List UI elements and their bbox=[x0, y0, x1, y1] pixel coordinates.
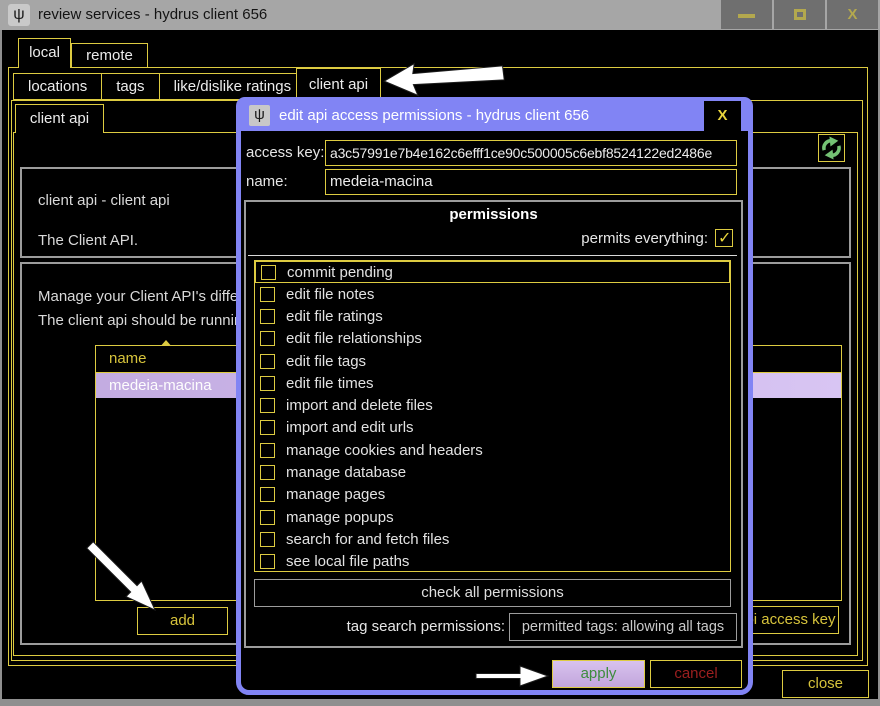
permission-label: manage cookies and headers bbox=[286, 442, 483, 459]
window-edge-bottom bbox=[0, 699, 880, 706]
permission-label: import and edit urls bbox=[286, 419, 414, 436]
permission-label: edit file notes bbox=[286, 286, 374, 303]
checkbox-icon[interactable] bbox=[261, 265, 276, 280]
annotation-arrow-add-button bbox=[78, 533, 190, 645]
checkbox-icon[interactable] bbox=[260, 420, 275, 435]
window-controls: X bbox=[721, 0, 878, 29]
dialog-titlebar[interactable]: ψ edit api access permissions - hydrus c… bbox=[241, 101, 748, 131]
checkbox-icon[interactable] bbox=[260, 354, 275, 369]
apply-button[interactable]: apply bbox=[552, 660, 645, 688]
permits-everything-label: permits everything: bbox=[581, 230, 708, 247]
permission-item[interactable]: edit file ratings bbox=[255, 306, 730, 328]
permission-item[interactable]: import and edit urls bbox=[255, 417, 730, 439]
hydrus-app-icon: ψ bbox=[8, 4, 30, 26]
cancel-button[interactable]: cancel bbox=[650, 660, 742, 688]
service-type-tabbar: locations tags like/dislike ratings bbox=[13, 73, 306, 100]
separator bbox=[248, 255, 737, 256]
manage-info-text-1: Manage your Client API's differ bbox=[38, 288, 243, 305]
name-input[interactable]: medeia-macina bbox=[325, 169, 737, 195]
checkbox-icon[interactable] bbox=[260, 487, 275, 502]
check-all-permissions-button[interactable]: check all permissions bbox=[254, 579, 731, 607]
checkbox-icon[interactable] bbox=[260, 465, 275, 480]
maximize-button[interactable] bbox=[774, 0, 825, 29]
tab-client-api-service[interactable]: client api bbox=[15, 104, 104, 133]
edit-api-permissions-dialog: ψ edit api access permissions - hydrus c… bbox=[236, 97, 753, 695]
permission-label: import and delete files bbox=[286, 397, 433, 414]
tab-locations[interactable]: locations bbox=[14, 74, 102, 99]
manage-info-text-2: The client api should be runnin bbox=[38, 312, 242, 329]
tab-like-dislike-ratings[interactable]: like/dislike ratings bbox=[160, 74, 306, 99]
checkbox-icon[interactable] bbox=[260, 554, 275, 569]
refresh-icon bbox=[819, 135, 844, 161]
tab-remote[interactable]: remote bbox=[71, 43, 148, 68]
permission-item[interactable]: commit pending bbox=[255, 261, 730, 283]
permission-label: manage popups bbox=[286, 509, 394, 526]
permission-label: manage pages bbox=[286, 486, 385, 503]
permission-item[interactable]: see local file paths bbox=[255, 550, 730, 572]
access-key-input[interactable]: a3c57991e7b4e162c6efff1ce90c500005c6ebf8… bbox=[325, 140, 737, 166]
permission-label: search for and fetch files bbox=[286, 531, 449, 548]
name-label: name: bbox=[246, 169, 288, 195]
permission-label: edit file tags bbox=[286, 353, 366, 370]
hydrus-dialog-icon: ψ bbox=[249, 105, 270, 126]
window-edge-left bbox=[0, 30, 2, 699]
dialog-close-button[interactable]: X bbox=[704, 101, 741, 131]
service-name-text: client api - client api bbox=[38, 192, 170, 209]
permission-item[interactable]: import and delete files bbox=[255, 395, 730, 417]
permission-item[interactable]: search for and fetch files bbox=[255, 528, 730, 550]
permission-item[interactable]: edit file notes bbox=[255, 283, 730, 305]
minimize-button[interactable] bbox=[721, 0, 772, 29]
checkbox-icon[interactable] bbox=[260, 287, 275, 302]
dialog-title: edit api access permissions - hydrus cli… bbox=[279, 101, 589, 131]
maximize-icon bbox=[794, 9, 806, 20]
checkbox-icon[interactable] bbox=[260, 376, 275, 391]
checkbox-icon[interactable] bbox=[260, 398, 275, 413]
checkmark-icon: ✓ bbox=[718, 228, 731, 248]
review-services-window: ψ review services - hydrus client 656 X … bbox=[0, 0, 880, 706]
permissions-title: permissions bbox=[246, 206, 741, 223]
checkbox-icon[interactable] bbox=[260, 510, 275, 525]
permission-label: manage database bbox=[286, 464, 406, 481]
api-access-key-button[interactable]: pi access key bbox=[742, 606, 839, 634]
close-icon: X bbox=[827, 0, 878, 29]
permits-everything-checkbox[interactable]: ✓ bbox=[715, 229, 733, 247]
permission-item[interactable]: manage pages bbox=[255, 484, 730, 506]
checkbox-icon[interactable] bbox=[260, 443, 275, 458]
annotation-arrow-apply-button bbox=[474, 661, 554, 691]
checkbox-icon[interactable] bbox=[260, 331, 275, 346]
permits-everything-row: permits everything: ✓ bbox=[581, 229, 733, 247]
permission-label: edit file ratings bbox=[286, 308, 383, 325]
annotation-arrow-client-api-tab bbox=[380, 56, 508, 98]
permission-label: edit file times bbox=[286, 375, 374, 392]
tab-tags[interactable]: tags bbox=[102, 74, 159, 99]
permission-label: see local file paths bbox=[286, 553, 409, 570]
window-titlebar: ψ review services - hydrus client 656 X bbox=[0, 0, 880, 30]
close-window-button[interactable]: X bbox=[827, 0, 878, 29]
service-description-text: The Client API. bbox=[38, 232, 138, 249]
tag-search-permissions-label: tag search permissions: bbox=[246, 613, 505, 641]
refresh-button[interactable] bbox=[818, 134, 845, 162]
close-button[interactable]: close bbox=[782, 670, 869, 698]
permission-item[interactable]: manage database bbox=[255, 461, 730, 483]
minimize-icon bbox=[738, 14, 755, 18]
permission-item[interactable]: edit file times bbox=[255, 372, 730, 394]
permissions-panel: permissions permits everything: ✓ commit… bbox=[244, 200, 743, 648]
permission-item[interactable]: manage cookies and headers bbox=[255, 439, 730, 461]
access-key-label: access key: bbox=[246, 140, 324, 166]
window-title: review services - hydrus client 656 bbox=[38, 0, 267, 30]
tab-local[interactable]: local bbox=[18, 38, 71, 68]
checkbox-icon[interactable] bbox=[260, 532, 275, 547]
permission-item[interactable]: manage popups bbox=[255, 506, 730, 528]
permission-item[interactable]: edit file tags bbox=[255, 350, 730, 372]
permission-item[interactable]: edit file relationships bbox=[255, 328, 730, 350]
permission-label: edit file relationships bbox=[286, 330, 422, 347]
checkbox-icon[interactable] bbox=[260, 309, 275, 324]
tag-search-permissions-button[interactable]: permitted tags: allowing all tags bbox=[509, 613, 737, 641]
permission-label: commit pending bbox=[287, 264, 393, 281]
permissions-list: commit pending edit file notes edit file… bbox=[254, 260, 731, 572]
